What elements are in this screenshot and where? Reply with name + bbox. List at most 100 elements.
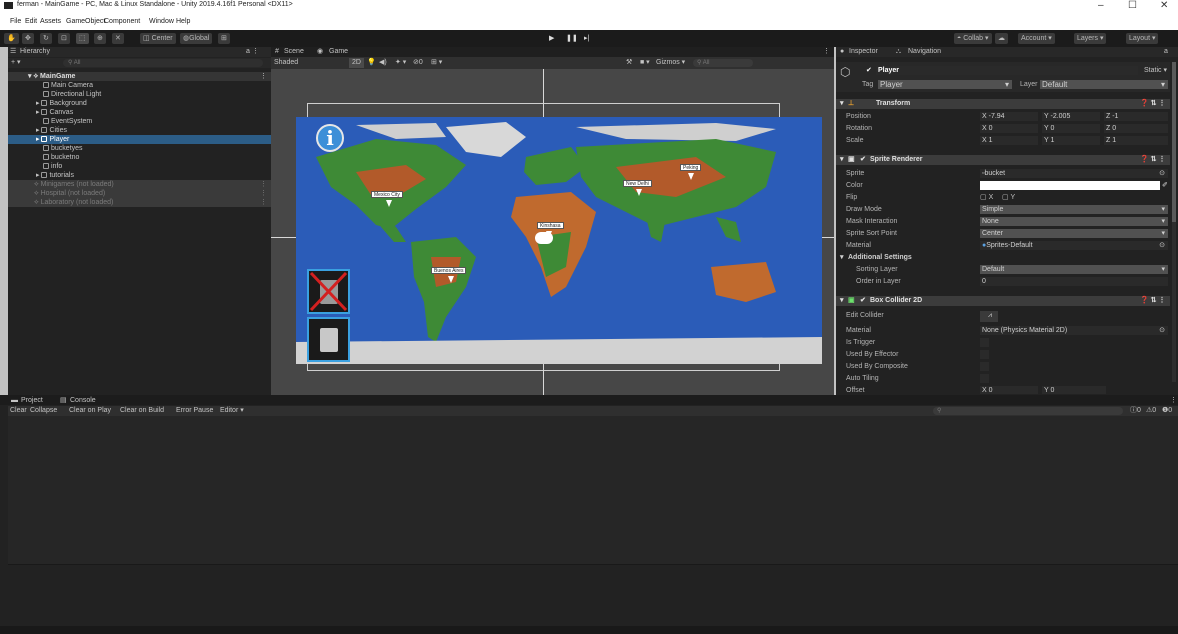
scale-tool-icon[interactable]: ⊡ (58, 33, 70, 44)
mask-dropdown[interactable]: None ▾ (980, 217, 1168, 226)
component-menu-icon[interactable]: ❓ ⇅ ⋮ (1140, 296, 1165, 306)
city-label-new-delhi[interactable]: New Delhi (623, 180, 652, 187)
menu-assets[interactable]: Assets (40, 18, 61, 25)
list-item[interactable]: bucketno (8, 153, 271, 162)
maximize-button[interactable]: ☐ (1128, 0, 1137, 11)
hierarchy-scene-unloaded[interactable]: ⟡ Laboratory (not loaded) ⋮ (8, 198, 271, 207)
enabled-checkbox[interactable]: ✔ (860, 155, 866, 165)
rotation-y-field[interactable]: Y 0 (1042, 124, 1100, 133)
tab-console[interactable]: Console (70, 396, 96, 406)
tab-game[interactable]: Game (329, 47, 348, 57)
collab-button[interactable]: ◓ Collab ▾ (954, 33, 992, 44)
sort-point-dropdown[interactable]: Center ▾ (980, 229, 1168, 238)
trigger-checkbox[interactable] (980, 338, 989, 347)
position-y-field[interactable]: Y -2.005 (1042, 112, 1100, 121)
city-label-mexico-city[interactable]: Mexico City (371, 191, 403, 198)
composite-checkbox[interactable] (980, 362, 989, 371)
camera-icon[interactable]: ■ ▾ (640, 58, 650, 68)
effector-checkbox[interactable] (980, 350, 989, 359)
city-label-kinshasa[interactable]: Kinshasa (537, 222, 564, 229)
custom-tool-icon[interactable]: ✕ (112, 33, 124, 44)
eyedropper-icon[interactable]: ✐ (1162, 181, 1168, 191)
tab-hierarchy[interactable]: Hierarchy (20, 47, 50, 57)
menu-help[interactable]: Help (176, 18, 190, 25)
draw-mode-dropdown[interactable]: Simple ▾ (980, 205, 1168, 214)
list-item[interactable]: Directional Light (8, 90, 271, 99)
tools-icon[interactable]: ⚒ (626, 58, 632, 68)
error-count-toggle[interactable]: ❶0 (1162, 406, 1172, 416)
bucketyes-button[interactable] (307, 317, 350, 362)
city-label-buenos-aires[interactable]: Buenos Aires (431, 267, 467, 274)
color-field[interactable] (980, 181, 1160, 190)
list-item[interactable]: info (8, 162, 271, 171)
move-tool-icon[interactable]: ✥ (22, 33, 34, 44)
toggle-2d-button[interactable]: 2D (349, 58, 364, 68)
list-item[interactable]: bucketyes (8, 144, 271, 153)
menu-file[interactable]: File (10, 18, 21, 25)
scale-y-field[interactable]: Y 1 (1042, 136, 1100, 145)
menu-gameobject[interactable]: GameObject (66, 18, 105, 25)
pivot-center-button[interactable]: ◫ Center (140, 33, 176, 44)
box-collider-header[interactable]: ▾ ▣ ✔ Box Collider 2D ❓ ⇅ ⋮ (836, 296, 1170, 306)
layers-dropdown[interactable]: Layers ▾ (1074, 33, 1107, 44)
object-name-input[interactable]: Player (876, 66, 1138, 75)
sorting-layer-dropdown[interactable]: Default ▾ (980, 265, 1168, 274)
scene-menu-icon[interactable]: ⋮ (260, 180, 267, 189)
city-label-peking[interactable]: Peking (680, 164, 702, 171)
scale-x-field[interactable]: X 1 (980, 136, 1038, 145)
play-icon[interactable]: ▶ (549, 33, 554, 44)
lighting-icon[interactable]: 💡 (367, 58, 376, 68)
sprite-field[interactable]: ▫bucket ⊙ (980, 169, 1168, 178)
object-picker-icon[interactable]: ⊙ (1159, 241, 1165, 250)
collapse-button[interactable]: Collapse (30, 406, 57, 416)
hierarchy-scene-unloaded[interactable]: ⟡ Minigames (not loaded) ⋮ (8, 180, 271, 189)
lock-icon[interactable]: a ⋮ (246, 47, 259, 57)
position-z-field[interactable]: Z -1 (1104, 112, 1168, 121)
tag-dropdown[interactable]: Player ▾ (878, 80, 1012, 89)
console-menu-icon[interactable]: ⋮ (1170, 396, 1177, 406)
bucketno-button[interactable] (307, 269, 350, 314)
component-menu-icon[interactable]: ❓ ⇅ ⋮ (1140, 155, 1165, 165)
hierarchy-scene-unloaded[interactable]: ⟡ Hospital (not loaded) ⋮ (8, 189, 271, 198)
material-field[interactable]: ●Sprites-Default ⊙ (980, 241, 1168, 250)
inspector-scrollbar[interactable] (1172, 62, 1176, 382)
minimize-button[interactable]: – (1098, 0, 1104, 11)
enabled-checkbox[interactable]: ✔ (860, 296, 866, 306)
list-item[interactable]: EventSystem (8, 117, 271, 126)
list-item[interactable]: ▸ Canvas (8, 108, 271, 117)
additional-settings-foldout[interactable]: ▾ Additional Settings (836, 253, 1170, 263)
shading-mode-dropdown[interactable]: Shaded (274, 58, 298, 68)
hand-tool-icon[interactable]: ✋ (4, 33, 19, 44)
hierarchy-scene-maingame[interactable]: ▾ ⟡ MainGame ⋮ (8, 72, 271, 81)
list-item[interactable]: ▸ Background (8, 99, 271, 108)
scene-menu-icon[interactable]: ⋮ (823, 47, 830, 57)
console-search-input[interactable]: ⚲ (933, 407, 1123, 415)
grid-icon[interactable]: ⊞ ▾ (431, 58, 442, 68)
clear-on-build-button[interactable]: Clear on Build (120, 406, 164, 416)
lock-icon[interactable]: a (1164, 47, 1168, 57)
static-dropdown[interactable]: Static ▾ (1144, 66, 1167, 76)
scene-menu-icon[interactable]: ⋮ (260, 72, 267, 81)
tab-scene[interactable]: Scene (284, 47, 304, 57)
offset-x-field[interactable]: X 0 (980, 386, 1038, 394)
collider-material-field[interactable]: None (Physics Material 2D) ⊙ (980, 326, 1168, 335)
step-icon[interactable]: ▸| (584, 33, 589, 44)
list-item[interactable]: ▸ Cities (8, 126, 271, 135)
tab-inspector[interactable]: Inspector (849, 47, 878, 57)
console-detail-area[interactable] (8, 564, 1178, 626)
info-icon[interactable]: i (316, 124, 344, 152)
gizmos-dropdown[interactable]: Gizmos ▾ (656, 58, 685, 68)
transform-tool-icon[interactable]: ⊕ (94, 33, 106, 44)
warning-count-toggle[interactable]: ⚠0 (1146, 406, 1156, 416)
menu-window[interactable]: Window (149, 18, 174, 25)
inspector-scroll-thumb[interactable] (1172, 62, 1176, 222)
effects-icon[interactable]: ✦ ▾ (395, 58, 406, 68)
pause-icon[interactable]: ❚❚ (566, 33, 578, 44)
clear-button[interactable]: Clear (10, 406, 27, 416)
create-dropdown[interactable]: + ▾ (11, 58, 21, 68)
pivot-global-button[interactable]: ◍Global (180, 33, 213, 44)
hierarchy-search-input[interactable]: ⚲ All (63, 59, 263, 67)
position-x-field[interactable]: X -7.94 (980, 112, 1038, 121)
console-log-list[interactable] (8, 416, 1178, 564)
info-count-toggle[interactable]: ⓘ0 (1130, 406, 1141, 416)
